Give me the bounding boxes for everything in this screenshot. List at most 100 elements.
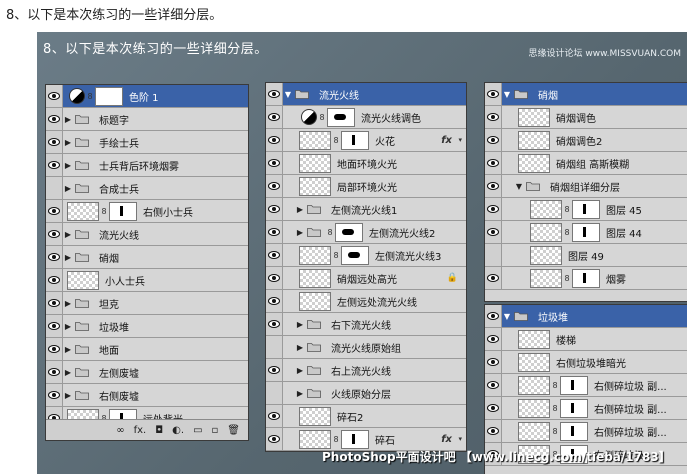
layer-row[interactable]: 硝烟调色: [485, 106, 687, 129]
visibility-eye-icon[interactable]: [485, 374, 502, 396]
expand-triangle-right-icon[interactable]: ▶: [63, 230, 73, 239]
visibility-eye-icon[interactable]: [485, 420, 502, 442]
layer-row[interactable]: 8 左侧流光火线3: [266, 244, 466, 267]
visibility-eye-icon[interactable]: [485, 83, 502, 105]
layer-row[interactable]: 8 右侧碎垃圾 副...: [485, 374, 687, 397]
layer-row[interactable]: 硝烟组 高斯模糊: [485, 152, 687, 175]
visibility-eye-icon[interactable]: [266, 313, 283, 335]
visibility-eye-icon[interactable]: [485, 175, 502, 197]
visibility-eye-icon[interactable]: [485, 397, 502, 419]
layer-row[interactable]: 硝烟调色2: [485, 129, 687, 152]
visibility-eye-icon[interactable]: [46, 223, 63, 245]
layer-row[interactable]: ▶ 流光火线: [46, 223, 248, 246]
expand-triangle-right-icon[interactable]: ▶: [63, 368, 73, 377]
visibility-eye-icon[interactable]: [266, 405, 283, 427]
expand-triangle-right-icon[interactable]: ▶: [63, 345, 73, 354]
group-header-row[interactable]: ▼ 硝烟: [485, 83, 687, 106]
visibility-eye-icon[interactable]: [46, 292, 63, 314]
layer-row[interactable]: 左侧远处流光火线: [266, 290, 466, 313]
visibility-eye-icon[interactable]: [485, 198, 502, 220]
visibility-eye-icon[interactable]: [46, 361, 63, 383]
layer-row[interactable]: ▶ 士兵背后环境烟雾: [46, 154, 248, 177]
visibility-eye-icon[interactable]: [485, 244, 502, 266]
layer-row[interactable]: 碎石2: [266, 405, 466, 428]
visibility-eye-icon[interactable]: [266, 290, 283, 312]
layer-row[interactable]: ▶ 8 左侧流光火线2: [266, 221, 466, 244]
expand-triangle-right-icon[interactable]: ▶: [63, 391, 73, 400]
group-header-row[interactable]: ▼ 垃圾堆: [485, 305, 687, 328]
layer-row[interactable]: 8 流光火线调色: [266, 106, 466, 129]
expand-triangle-right-icon[interactable]: ▶: [63, 138, 73, 147]
add-mask-icon[interactable]: ◘: [155, 425, 163, 436]
add-layer-style-icon[interactable]: fx.: [134, 425, 147, 436]
expand-triangle-right-icon[interactable]: ▶: [63, 161, 73, 170]
expand-triangle-right-icon[interactable]: ▶: [63, 299, 73, 308]
expand-triangle-right-icon[interactable]: ▶: [295, 228, 305, 237]
visibility-eye-icon[interactable]: [266, 106, 283, 128]
visibility-eye-icon[interactable]: [485, 129, 502, 151]
visibility-eye-icon[interactable]: [266, 129, 283, 151]
visibility-eye-icon[interactable]: [485, 328, 502, 350]
expand-triangle-down-icon[interactable]: ▼: [283, 90, 293, 99]
layer-row[interactable]: 8 烟雾: [485, 267, 687, 290]
visibility-eye-icon[interactable]: [485, 351, 502, 373]
visibility-eye-icon[interactable]: [46, 246, 63, 268]
layer-row[interactable]: ▶ 合成士兵: [46, 177, 248, 200]
layer-row[interactable]: 硝烟远处高光 🔒: [266, 267, 466, 290]
expand-triangle-right-icon[interactable]: ▶: [295, 366, 305, 375]
visibility-eye-icon[interactable]: [46, 269, 63, 291]
link-layers-icon[interactable]: ∞: [116, 425, 124, 436]
visibility-eye-icon[interactable]: [266, 267, 283, 289]
layer-row[interactable]: 图层 49: [485, 244, 687, 267]
layer-row[interactable]: 8 右侧碎垃圾 副...: [485, 420, 687, 443]
expand-triangle-right-icon[interactable]: ▶: [295, 343, 305, 352]
visibility-eye-icon[interactable]: [46, 108, 63, 130]
layer-row[interactable]: ▶ 流光火线原始组: [266, 336, 466, 359]
layer-row[interactable]: 8 右侧小士兵: [46, 200, 248, 223]
expand-triangle-right-icon[interactable]: ▶: [295, 320, 305, 329]
layer-row[interactable]: ▶ 坦克: [46, 292, 248, 315]
layer-row[interactable]: ▶ 右上流光火线: [266, 359, 466, 382]
new-layer-icon[interactable]: ▫: [212, 425, 219, 436]
visibility-eye-icon[interactable]: [266, 221, 283, 243]
layer-row[interactable]: ▶ 垃圾堆: [46, 315, 248, 338]
visibility-eye-icon[interactable]: [485, 106, 502, 128]
expand-triangle-right-icon[interactable]: ▶: [63, 253, 73, 262]
layer-row[interactable]: 楼梯: [485, 328, 687, 351]
visibility-eye-icon[interactable]: [266, 175, 283, 197]
new-adjustment-layer-icon[interactable]: ◐.: [172, 425, 184, 436]
visibility-eye-icon[interactable]: [266, 359, 283, 381]
group-header-row[interactable]: ▼ 流光火线: [266, 83, 466, 106]
layer-row[interactable]: ▶ 标题字: [46, 108, 248, 131]
visibility-eye-icon[interactable]: [266, 152, 283, 174]
layer-row[interactable]: 8 右侧碎垃圾 副...: [485, 397, 687, 420]
visibility-eye-icon[interactable]: [485, 221, 502, 243]
expand-triangle-right-icon[interactable]: ▶: [63, 322, 73, 331]
layer-row[interactable]: ▶ 左侧流光火线1: [266, 198, 466, 221]
layer-row[interactable]: ▶ 地面: [46, 338, 248, 361]
visibility-eye-icon[interactable]: [266, 336, 283, 358]
layer-row[interactable]: 8 图层 44: [485, 221, 687, 244]
visibility-eye-icon[interactable]: [46, 154, 63, 176]
layer-row[interactable]: 小人士兵: [46, 269, 248, 292]
visibility-eye-icon[interactable]: [266, 198, 283, 220]
visibility-eye-icon[interactable]: [485, 152, 502, 174]
layer-row[interactable]: 8 色阶 1: [46, 85, 248, 108]
layer-row[interactable]: ▶ 手绘士兵: [46, 131, 248, 154]
layer-row[interactable]: ▶ 右下流光火线: [266, 313, 466, 336]
layer-row[interactable]: 局部环境火光: [266, 175, 466, 198]
visibility-eye-icon[interactable]: [46, 200, 63, 222]
layer-row[interactable]: 8 图层 45: [485, 198, 687, 221]
expand-triangle-down-icon[interactable]: ▼: [502, 312, 512, 321]
layer-row[interactable]: ▶ 火线原始分层: [266, 382, 466, 405]
effects-dropdown-arrow-icon[interactable]: ▾: [458, 136, 462, 144]
effects-dropdown-arrow-icon[interactable]: ▾: [458, 435, 462, 443]
visibility-eye-icon[interactable]: [266, 428, 283, 450]
layer-row[interactable]: ▼ 硝烟组详细分层: [485, 175, 687, 198]
expand-triangle-right-icon[interactable]: ▶: [295, 205, 305, 214]
visibility-eye-icon[interactable]: [46, 177, 63, 199]
visibility-eye-icon[interactable]: [485, 305, 502, 327]
visibility-eye-icon[interactable]: [46, 338, 63, 360]
layer-effects-fx-icon[interactable]: fx: [441, 135, 452, 146]
expand-triangle-right-icon[interactable]: ▶: [63, 184, 73, 193]
